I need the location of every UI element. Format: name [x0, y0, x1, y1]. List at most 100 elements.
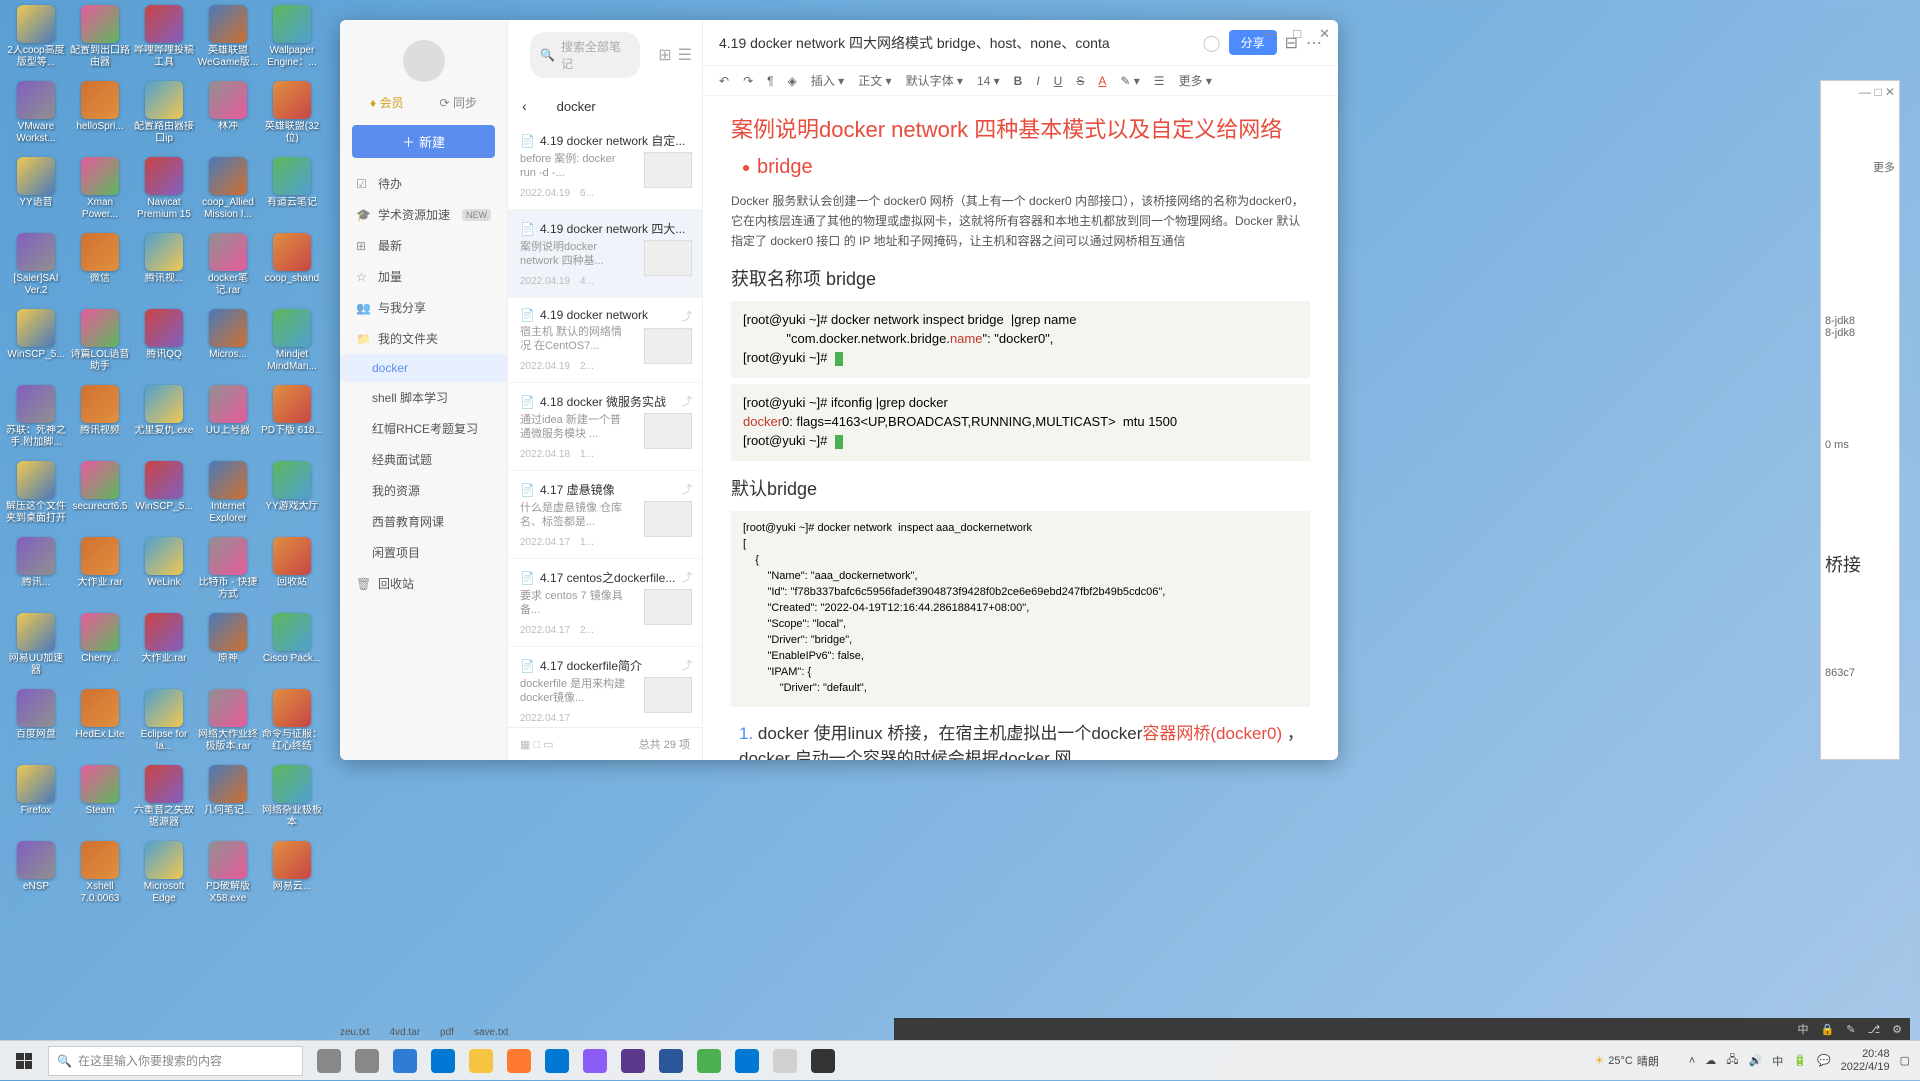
- nav-recent[interactable]: ⊞最新: [340, 230, 507, 261]
- tray-action-icon[interactable]: 💬: [1817, 1054, 1831, 1067]
- desktop-icon[interactable]: YY游戏大厅: [261, 461, 323, 525]
- taskbar-app-icon[interactable]: [691, 1043, 727, 1079]
- desktop-icon[interactable]: 六重音之失故据源器: [133, 765, 195, 829]
- nav-todo[interactable]: ☑待办: [340, 168, 507, 199]
- desktop-icon[interactable]: PD下版 618...: [261, 385, 323, 449]
- desktop-icon[interactable]: Microsoft Edge: [133, 841, 195, 905]
- nav-rhce[interactable]: 红帽RHCE考题复习: [340, 413, 507, 444]
- new-button[interactable]: ＋ 新建: [352, 125, 495, 158]
- desktop-icon[interactable]: Xman Power...: [69, 157, 131, 221]
- nav-interview[interactable]: 经典面试题: [340, 444, 507, 475]
- view-grid-icon[interactable]: ⊞: [658, 45, 671, 65]
- weather-widget[interactable]: ☀ 25°C 晴朗: [1594, 1053, 1658, 1069]
- tray-vol-icon[interactable]: 🔊: [1749, 1054, 1763, 1067]
- sync-button[interactable]: ⟳ 同步: [440, 94, 477, 111]
- nav-docker[interactable]: docker: [340, 354, 507, 382]
- taskbar-app-icon[interactable]: [729, 1043, 765, 1079]
- nav-boost[interactable]: ☆加量: [340, 261, 507, 292]
- taskbar-app-icon[interactable]: [349, 1043, 385, 1079]
- desktop-icon[interactable]: 微信: [69, 233, 131, 297]
- taskbar-search[interactable]: 🔍 在这里输入你要搜索的内容: [48, 1046, 303, 1076]
- desktop-icon[interactable]: 大作业.rar: [69, 537, 131, 601]
- tray-net-icon[interactable]: 🖧: [1726, 1051, 1738, 1070]
- desktop-icon[interactable]: 2人coop高度版型等...: [5, 5, 67, 69]
- color-button[interactable]: A: [1098, 74, 1106, 88]
- taskbar-app-icon[interactable]: [577, 1043, 613, 1079]
- member-badge[interactable]: ♦ 会员: [370, 94, 403, 111]
- desktop-icon[interactable]: Steam: [69, 765, 131, 829]
- desktop-icon[interactable]: 百度网盘: [5, 689, 67, 753]
- lock-icon[interactable]: 🔒: [1821, 1023, 1835, 1036]
- search-input[interactable]: 🔍 搜索全部笔记: [530, 32, 640, 78]
- desktop-icon[interactable]: 解压这个文件夹到桌面打开: [5, 461, 67, 525]
- desktop-icon[interactable]: 大作业.rar: [133, 613, 195, 677]
- nav-trash[interactable]: 🗑回收站: [340, 568, 507, 599]
- tray-cloud-icon[interactable]: ☁: [1705, 1054, 1716, 1067]
- more-toolbar[interactable]: 更多 ▾: [1179, 72, 1212, 89]
- desktop-icon[interactable]: [Saier]SAI Ver.2: [5, 233, 67, 297]
- desktop-icon[interactable]: 林冲: [197, 81, 259, 145]
- nav-share[interactable]: 👥与我分享: [340, 292, 507, 323]
- desktop-icon[interactable]: 网络杂业极板本: [261, 765, 323, 829]
- close-button[interactable]: ✕: [1319, 26, 1330, 42]
- desktop-icon[interactable]: Xshell 7.0.0063: [69, 841, 131, 905]
- underline-button[interactable]: U: [1054, 74, 1063, 88]
- start-button[interactable]: [0, 1041, 48, 1081]
- style-menu[interactable]: 正文 ▾: [858, 72, 891, 89]
- desktop-icon[interactable]: 网易UU加速器: [5, 613, 67, 677]
- edit-icon[interactable]: ✎: [1846, 1023, 1855, 1036]
- size-menu[interactable]: 14 ▾: [977, 74, 1000, 88]
- branch-icon[interactable]: ⎇: [1867, 1023, 1880, 1036]
- desktop-icon[interactable]: WeLink: [133, 537, 195, 601]
- desktop-icon[interactable]: helloSpri...: [69, 81, 131, 145]
- desktop-icon[interactable]: 腾讯视...: [133, 233, 195, 297]
- desktop-icon[interactable]: 有道云笔记: [261, 157, 323, 221]
- note-item[interactable]: 📄4.17 虚悬镜像 什么是虚悬镜像 仓库名、标签都是... 2022.04.1…: [508, 471, 702, 559]
- desktop-icon[interactable]: WinSCP_5...: [5, 309, 67, 373]
- desktop-icon[interactable]: Firefox: [5, 765, 67, 829]
- desktop-icon[interactable]: coop_shand: [261, 233, 323, 297]
- taskbar-app-icon[interactable]: [653, 1043, 689, 1079]
- italic-button[interactable]: I: [1036, 74, 1039, 88]
- tray-up-icon[interactable]: ˄: [1689, 1055, 1695, 1067]
- note-item[interactable]: 📄4.19 docker network 宿主机 默认的网络情况 在CentOS…: [508, 298, 702, 383]
- list-button[interactable]: ☰: [1154, 74, 1165, 88]
- note-item[interactable]: 📄4.18 docker 微服务实战 通过idea 新建一个普通微服务模块 ..…: [508, 383, 702, 471]
- insert-menu[interactable]: 插入 ▾: [811, 72, 844, 89]
- taskbar-app-icon[interactable]: [539, 1043, 575, 1079]
- note-item[interactable]: 📄4.19 docker network 四大... 案例说明docker ne…: [508, 210, 702, 298]
- minimize-button[interactable]: —: [1262, 26, 1275, 42]
- desktop-icon[interactable]: VMware Workst...: [5, 81, 67, 145]
- gear-icon[interactable]: ⚙: [1892, 1023, 1902, 1036]
- desktop-icon[interactable]: 英雄联盟(32位): [261, 81, 323, 145]
- editor-content[interactable]: 案例说明docker network 四种基本模式以及自定义给网络 bridge…: [703, 96, 1338, 760]
- nav-myres[interactable]: 我的资源: [340, 475, 507, 506]
- clock[interactable]: 20:48 2022/4/19: [1841, 1048, 1890, 1074]
- desktop-icon[interactable]: YY语音: [5, 157, 67, 221]
- view-list-icon[interactable]: ☰: [678, 45, 692, 65]
- desktop-icon[interactable]: HedEx Lite: [69, 689, 131, 753]
- taskbar-app-icon[interactable]: [425, 1043, 461, 1079]
- maximize-button[interactable]: □: [1293, 26, 1301, 42]
- desktop-icon[interactable]: 腾讯视频: [69, 385, 131, 449]
- desktop-icon[interactable]: Cisco Pack...: [261, 613, 323, 677]
- desktop-icon[interactable]: docker笔记.rar: [197, 233, 259, 297]
- desktop-icon[interactable]: Micros...: [197, 309, 259, 373]
- nav-myfolder[interactable]: 📁我的文件夹: [340, 323, 507, 354]
- ime-icon[interactable]: 中: [1798, 1021, 1809, 1037]
- desktop-icon[interactable]: 配置路由器接口ip: [133, 81, 195, 145]
- nav-edu[interactable]: 西普教育网课: [340, 506, 507, 537]
- taskbar-app-icon[interactable]: [311, 1043, 347, 1079]
- desktop-icon[interactable]: 比特币 - 快捷方式: [197, 537, 259, 601]
- desktop-icon[interactable]: securecrt6.5: [69, 461, 131, 525]
- view-mode-icons[interactable]: ▦ □ ▭: [520, 738, 554, 751]
- desktop-icon[interactable]: 尤里复仇.exe: [133, 385, 195, 449]
- nav-closed[interactable]: 闲置项目: [340, 537, 507, 568]
- desktop-icon[interactable]: Eclipse for Ia...: [133, 689, 195, 753]
- tray-notif-icon[interactable]: ▢: [1900, 1054, 1910, 1067]
- desktop-icon[interactable]: PD破解版 X58.exe: [197, 841, 259, 905]
- desktop-icon[interactable]: 回收站: [261, 537, 323, 601]
- desktop-icon[interactable]: 英雄联盟WeGame版...: [197, 5, 259, 69]
- desktop-icon[interactable]: Wallpaper Engine：...: [261, 5, 323, 69]
- desktop-icon[interactable]: Cherry...: [69, 613, 131, 677]
